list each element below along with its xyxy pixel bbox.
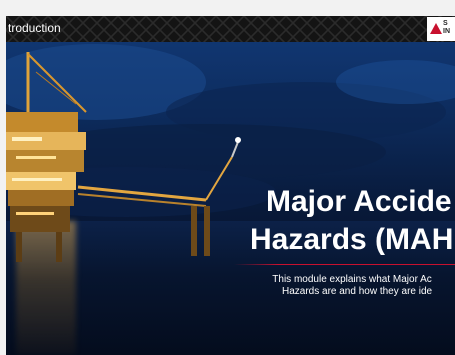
slide-section-title: troduction <box>8 21 61 35</box>
description-line-2: Hazards are and how they are ide <box>282 286 433 297</box>
slide-header-bar: troduction S IN <box>6 16 455 42</box>
description-line-1: This module explains what Major Ac <box>272 274 432 285</box>
course-slide: troduction S IN Major Accide Hazards (MA… <box>6 16 455 355</box>
logo-text: S IN <box>443 20 450 35</box>
logo-triangle-icon <box>430 23 442 34</box>
module-description: This module explains what Major Ac Hazar… <box>272 274 432 298</box>
app-viewport: troduction S IN Major Accide Hazards (MA… <box>0 0 455 355</box>
headline-divider <box>234 264 455 265</box>
company-logo: S IN <box>427 17 455 41</box>
offshore-rig-illustration <box>6 52 241 262</box>
headline-line-2: Hazards (MAH <box>250 223 454 256</box>
headline-line-1: Major Accide <box>266 185 452 218</box>
